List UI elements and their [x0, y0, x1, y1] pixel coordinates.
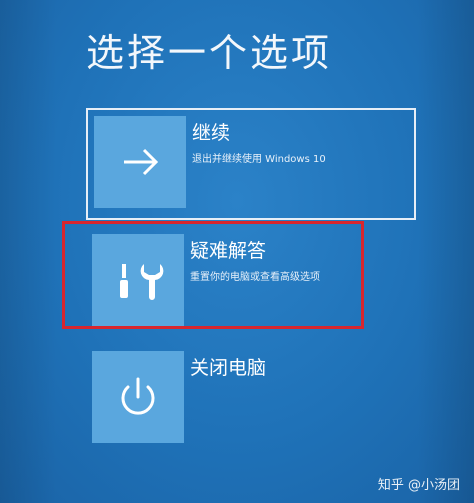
shutdown-label: 关闭电脑 — [190, 357, 267, 379]
tools-icon — [120, 264, 164, 300]
shutdown-tile — [92, 351, 184, 443]
arrow-right-icon — [124, 148, 159, 176]
troubleshoot-option[interactable]: 疑难解答 重置你的电脑或查看高级选项 — [86, 228, 416, 340]
page-title: 选择一个选项 — [86, 31, 333, 75]
troubleshoot-tile — [92, 234, 184, 326]
recovery-screen: 选择一个选项 继续 退出并继续使用 Windows 10 疑难解答 重置你的电脑… — [0, 0, 474, 503]
watermark: 知乎 @小汤团 — [377, 478, 460, 493]
power-icon — [121, 377, 155, 415]
troubleshoot-description: 重置你的电脑或查看高级选项 — [190, 272, 320, 283]
troubleshoot-label: 疑难解答 — [190, 240, 267, 262]
continue-label: 继续 — [192, 122, 231, 144]
continue-tile — [94, 116, 186, 208]
continue-option[interactable]: 继续 退出并继续使用 Windows 10 — [86, 108, 416, 220]
continue-description: 退出并继续使用 Windows 10 — [192, 154, 326, 165]
shutdown-option[interactable]: 关闭电脑 — [86, 345, 416, 457]
